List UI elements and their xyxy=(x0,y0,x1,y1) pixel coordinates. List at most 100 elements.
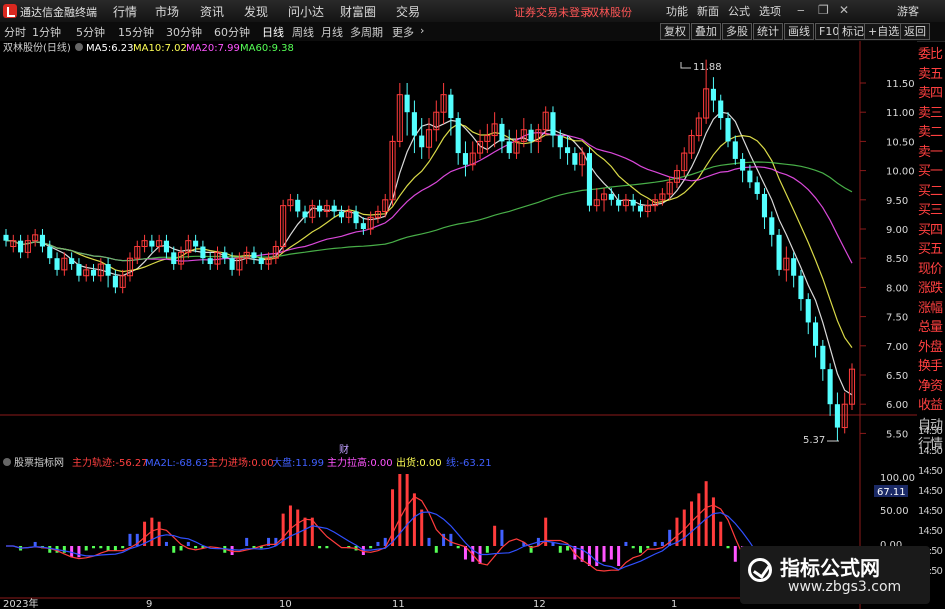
indicator-bar xyxy=(318,546,322,549)
indicator-bar xyxy=(558,546,562,553)
ind-label-3: 大盘:11.99 xyxy=(272,456,324,469)
period-monthly[interactable]: 月线 xyxy=(321,24,343,40)
period-daily[interactable]: 日线 xyxy=(262,24,284,40)
candle-body xyxy=(455,118,461,154)
right-panel-item[interactable]: 卖四 xyxy=(918,82,943,101)
indicator-bar xyxy=(296,509,300,546)
finance-marker[interactable]: 财 xyxy=(339,443,349,456)
indicator-bar xyxy=(391,489,395,546)
right-panel-item[interactable]: 现价 xyxy=(918,258,943,277)
overlay-button[interactable]: 叠加 xyxy=(691,23,721,40)
period-multi[interactable]: 多周期 xyxy=(350,24,383,40)
right-panel-item[interactable]: 外盘 xyxy=(918,336,943,355)
more-chevron-icon[interactable]: › xyxy=(420,24,424,37)
right-panel-item[interactable]: 涨幅 xyxy=(918,297,943,316)
ind-label-2: 主力进场:0.00 xyxy=(208,456,274,469)
candle-body xyxy=(462,153,469,165)
menu-gongshi[interactable]: 公式 xyxy=(728,3,750,19)
period-fenshi[interactable]: 分时 xyxy=(4,24,26,40)
right-panel-item[interactable]: 卖一 xyxy=(918,141,943,160)
multi-stock-button[interactable]: 多股 xyxy=(722,23,752,40)
menu-item-hangqing[interactable]: 行情 xyxy=(113,3,137,20)
candle-body xyxy=(338,211,345,218)
right-panel-item[interactable]: 买五 xyxy=(918,238,943,257)
back-button[interactable]: 返回 xyxy=(900,23,930,40)
menu-xuanxiang[interactable]: 选项 xyxy=(759,3,781,19)
indicator-bar xyxy=(172,546,176,553)
indicator-bar xyxy=(420,509,424,546)
period-5min[interactable]: 5分钟 xyxy=(76,24,105,40)
price-label-7: 8.00 xyxy=(886,283,908,294)
indicator-bar xyxy=(493,525,497,546)
right-panel-item[interactable]: 净资 xyxy=(918,375,943,394)
right-panel-item[interactable]: 14:50 xyxy=(918,506,943,517)
draw-line-button[interactable]: 画线 xyxy=(784,23,814,40)
login-status[interactable]: 证券交易未登录 xyxy=(514,4,591,20)
candle xyxy=(586,147,593,212)
menu-item-wenxiaoda[interactable]: 问小达 xyxy=(288,3,324,20)
close-icon[interactable]: ✕ xyxy=(839,3,849,17)
right-panel-item[interactable]: 买二 xyxy=(918,180,943,199)
right-panel-item[interactable]: 14:50 xyxy=(918,486,943,497)
indicator-bar xyxy=(434,546,438,553)
candle-body xyxy=(557,135,563,148)
menu-item-shichang[interactable]: 市场 xyxy=(155,3,179,20)
period-60min[interactable]: 60分钟 xyxy=(214,24,250,40)
current-value: 67.11 xyxy=(877,487,906,498)
menu-gongneng[interactable]: 功能 xyxy=(666,3,688,19)
right-panel-item[interactable]: 买三 xyxy=(918,199,943,218)
period-15min[interactable]: 15分钟 xyxy=(118,24,154,40)
add-favorite-button[interactable]: +自选 xyxy=(864,23,904,40)
ma10-label: MA10:7.02 xyxy=(133,43,187,54)
price-label-8: 7.50 xyxy=(886,313,908,324)
right-panel-item[interactable]: 卖三 xyxy=(918,102,943,121)
indicator-toggle-icon[interactable] xyxy=(3,458,11,466)
right-panel-item[interactable]: 卖五 xyxy=(918,63,943,82)
right-panel-item[interactable]: 14:50 xyxy=(918,526,943,537)
stock-title: 双林股份 xyxy=(588,6,632,19)
right-panel-item[interactable]: 卖二 xyxy=(918,121,943,140)
period-30min[interactable]: 30分钟 xyxy=(166,24,202,40)
candle-body xyxy=(360,223,366,229)
indicator-bar xyxy=(609,546,613,560)
right-panel-item[interactable]: 涨跌 xyxy=(918,277,943,296)
indicator-bar xyxy=(230,546,234,555)
period-weekly[interactable]: 周线 xyxy=(292,24,314,40)
right-panel-item[interactable]: 14:50 xyxy=(918,446,943,457)
right-panel-item[interactable]: 委比 xyxy=(918,43,943,62)
legend-toggle-icon[interactable] xyxy=(75,43,83,51)
indicator-bar xyxy=(485,546,489,553)
candle-body xyxy=(725,118,731,142)
menu-item-jiaoyi[interactable]: 交易 xyxy=(396,3,420,20)
menu-xinmian[interactable]: 新面 xyxy=(697,3,719,19)
fuquan-button[interactable]: 复权 xyxy=(660,23,690,40)
candle-body xyxy=(791,258,797,276)
candle-body xyxy=(718,100,724,119)
right-panel-item[interactable]: 买四 xyxy=(918,219,943,238)
right-panel-item[interactable]: 总量 xyxy=(918,316,943,335)
indicator-bar xyxy=(33,541,37,546)
minimize-icon[interactable]: ‒ xyxy=(797,3,805,17)
menu-item-faxian[interactable]: 发现 xyxy=(244,3,268,20)
right-panel-item[interactable]: 14:50 xyxy=(918,426,943,437)
candle-body xyxy=(193,240,199,247)
price-label-2: 10.50 xyxy=(886,137,915,148)
stats-button[interactable]: 统计 xyxy=(753,23,783,40)
indicator-bar xyxy=(376,541,380,546)
candle-body xyxy=(411,112,417,136)
right-panel-item[interactable]: 收益 xyxy=(918,394,943,413)
period-toolbar: 分时 1分钟 5分钟 15分钟 30分钟 60分钟 日线 周线 月线 多周期 更… xyxy=(0,22,945,42)
right-panel-item[interactable]: 14:50 xyxy=(918,466,943,477)
period-more[interactable]: 更多 xyxy=(392,24,414,40)
candle-body xyxy=(251,252,257,259)
period-1min[interactable]: 1分钟 xyxy=(32,24,61,40)
right-panel-item[interactable]: 换手 xyxy=(918,355,943,374)
chart-canvas[interactable]: 双林股份(日线) MA5:6.23 MA10:7.02 MA20:7.99 MA… xyxy=(0,41,917,609)
menu-item-zixun[interactable]: 资讯 xyxy=(200,3,224,20)
restore-icon[interactable]: ❐ xyxy=(818,3,829,17)
guest-label[interactable]: 游客 xyxy=(897,3,919,19)
indicator-bar xyxy=(288,505,292,546)
candle-body xyxy=(805,299,811,323)
right-panel-item[interactable]: 买一 xyxy=(918,160,943,179)
menu-item-caifuquan[interactable]: 财富圈 xyxy=(340,3,376,20)
